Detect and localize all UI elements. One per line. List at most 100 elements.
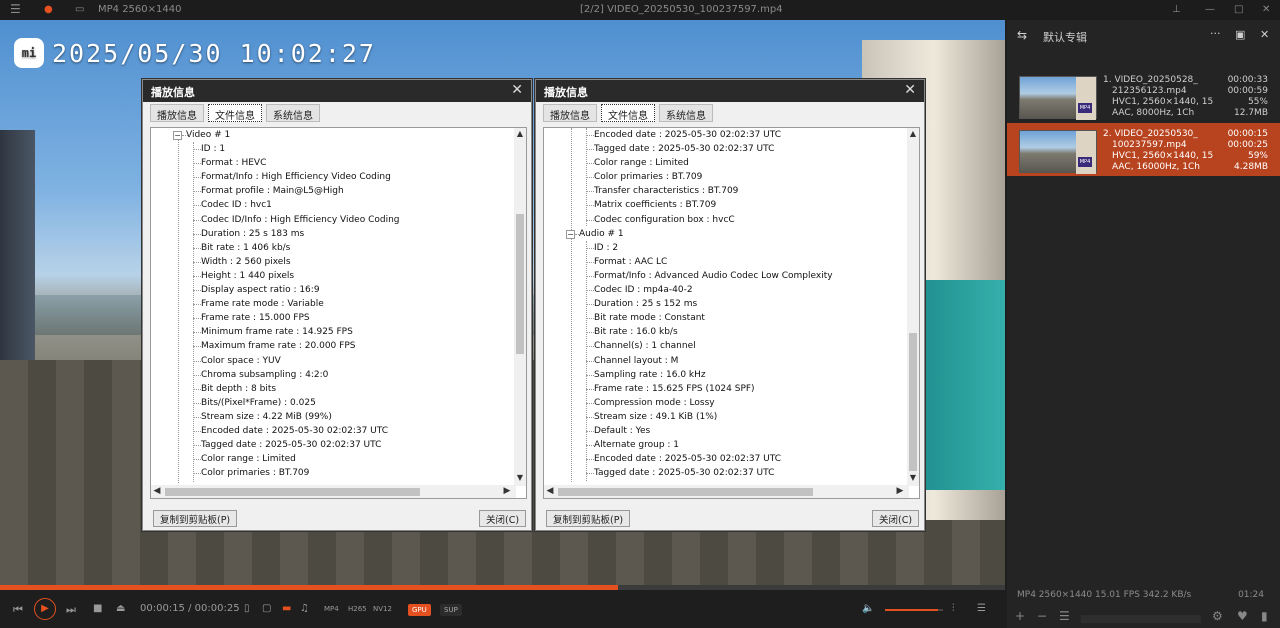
screenshot-icon[interactable]: ▯: [244, 603, 250, 614]
tab-playback-info[interactable]: 播放信息: [150, 104, 204, 122]
close-button[interactable]: 关闭(C): [479, 510, 527, 527]
horizontal-scrollbar[interactable]: ◀ ▶: [151, 485, 516, 498]
list-icon[interactable]: ☰: [1059, 609, 1070, 623]
horizontal-scrollbar[interactable]: ◀ ▶: [544, 485, 909, 498]
remove-icon[interactable]: −: [1037, 609, 1047, 623]
info-line: Height : 1 440 pixels: [151, 269, 511, 283]
tree-section-video[interactable]: − Video # 1: [151, 128, 511, 142]
dialog-title: 播放信息: [151, 86, 195, 99]
tab-system-info[interactable]: 系统信息: [659, 104, 713, 122]
collapse-node-icon[interactable]: −: [173, 131, 182, 140]
tab-file-info[interactable]: 文件信息: [208, 104, 262, 122]
info-line: Format : HEVC: [151, 156, 511, 170]
dialog-title: 播放信息: [544, 86, 588, 99]
info-line: Color primaries : BT.709: [151, 466, 511, 480]
playlist-item-selected[interactable]: MP4 2. VIDEO_20250530_ 100237597.mp4 HVC…: [1007, 123, 1280, 176]
scroll-left-icon[interactable]: ◀: [544, 485, 556, 498]
save-icon[interactable]: ▣: [1235, 28, 1245, 41]
info-line: Color range : Limited: [151, 452, 511, 466]
monitor-icon[interactable]: ▭: [75, 4, 84, 15]
sup-badge[interactable]: SUP: [440, 604, 462, 616]
dialog-tabs: 播放信息 文件信息 系统信息: [150, 104, 320, 122]
minimize-icon[interactable]: —: [1205, 4, 1215, 15]
time-display: 00:00:15 / 00:00:25: [140, 603, 240, 614]
scroll-thumb[interactable]: [909, 333, 917, 471]
playlist-footer: + − ☰ ⚙ ♥ ▮: [1007, 608, 1280, 628]
eject-icon[interactable]: ⏏: [116, 603, 125, 614]
playlist-item[interactable]: MP4 1. VIDEO_20250528_ 212356123.mp4 HVC…: [1007, 69, 1280, 122]
info-line: Display aspect ratio : 16:9: [151, 283, 511, 297]
close-window-icon[interactable]: ✕: [1262, 4, 1270, 15]
format-tag-nv12: NV12: [373, 605, 392, 613]
info-line: Format : AAC LC: [544, 255, 904, 269]
scroll-left-icon[interactable]: ◀: [151, 485, 163, 498]
info-line: Encoded date : 2025-05-30 02:02:37 UTC: [151, 424, 511, 438]
info-line: Format/Info : Advanced Audio Codec Low C…: [544, 269, 904, 283]
info-line: Duration : 25 s 152 ms: [544, 297, 904, 311]
info-line: ID : 1: [151, 142, 511, 156]
total-duration: 01:24: [1238, 590, 1264, 600]
scroll-down-icon[interactable]: ▼: [514, 472, 526, 484]
scroll-up-icon[interactable]: ▲: [907, 128, 919, 140]
scroll-right-icon[interactable]: ▶: [501, 485, 513, 498]
settings-icon[interactable]: ⚙: [1212, 609, 1223, 623]
gpu-badge[interactable]: GPU: [408, 604, 431, 616]
info-line: Encoded date : 2025-05-30 02:02:37 UTC: [544, 452, 904, 466]
scroll-thumb[interactable]: [516, 214, 524, 354]
scroll-down-icon[interactable]: ▼: [907, 472, 919, 484]
playback-info-dialog-right: 播放信息 ✕ 播放信息 文件信息 系统信息 Encoded date : 202…: [535, 79, 925, 531]
heart-icon[interactable]: ♥: [1237, 609, 1248, 623]
app-logo-icon: ●: [44, 4, 53, 15]
swap-arrows-icon[interactable]: ⇆: [1017, 28, 1027, 42]
menu-icon[interactable]: ☰: [10, 2, 21, 16]
vertical-scrollbar[interactable]: ▲ ▼: [514, 128, 526, 486]
collapse-node-icon[interactable]: −: [566, 229, 575, 239]
close-playlist-icon[interactable]: ✕: [1260, 28, 1269, 41]
timestamp-text: 2025/05/30 10:02:27: [52, 38, 376, 68]
info-line: Codec ID : hvc1: [151, 198, 511, 212]
info-line: Tagged date : 2025-05-30 02:02:37 UTC: [544, 466, 904, 480]
window-title: [2/2] VIDEO_20250530_100237597.mp4: [580, 4, 783, 15]
equalizer-icon[interactable]: ⫶: [952, 603, 955, 614]
play-icon[interactable]: ▶: [34, 598, 56, 620]
copy-to-clipboard-button[interactable]: 复制到剪贴板(P): [153, 510, 238, 527]
close-button[interactable]: 关闭(C): [872, 510, 920, 527]
tree-section-audio[interactable]: − Audio # 1: [544, 227, 904, 241]
tab-file-info[interactable]: 文件信息: [601, 104, 655, 122]
maximize-icon[interactable]: □: [1234, 4, 1243, 15]
copy-to-clipboard-button[interactable]: 复制到剪贴板(P): [546, 510, 631, 527]
more-icon[interactable]: ···: [1210, 27, 1221, 40]
scroll-right-icon[interactable]: ▶: [894, 485, 906, 498]
tab-playback-info[interactable]: 播放信息: [543, 104, 597, 122]
dialog-tabs: 播放信息 文件信息 系统信息: [543, 104, 713, 122]
next-icon[interactable]: ⏭: [66, 603, 76, 617]
video-timestamp: mi 2025/05/30 10:02:27: [14, 36, 376, 70]
bookmark-icon[interactable]: ▮: [1261, 609, 1268, 623]
playlist-toggle-icon[interactable]: ☰: [977, 603, 986, 614]
frame-icon[interactable]: ▢: [262, 603, 271, 614]
playlist-search-input[interactable]: [1081, 615, 1201, 623]
info-line: Frame rate mode : Variable: [151, 297, 511, 311]
pin-icon[interactable]: ⊥: [1172, 4, 1181, 15]
tab-system-info[interactable]: 系统信息: [266, 104, 320, 122]
info-line: Channel(s) : 1 channel: [544, 339, 904, 353]
info-line: Codec ID : mp4a-40-2: [544, 283, 904, 297]
stop-icon[interactable]: ■: [93, 603, 102, 614]
info-line: Compression mode : Lossy: [544, 396, 904, 410]
previous-icon[interactable]: ⏮: [13, 603, 23, 617]
audio-track-icon[interactable]: ♫: [300, 603, 309, 614]
info-line: Sampling rate : 16.0 kHz: [544, 368, 904, 382]
hscroll-thumb[interactable]: [165, 488, 420, 496]
hscroll-thumb[interactable]: [558, 488, 813, 496]
info-tree[interactable]: Encoded date : 2025-05-30 02:02:37 UTC Ta…: [543, 127, 920, 499]
scroll-up-icon[interactable]: ▲: [514, 128, 526, 140]
vertical-scrollbar[interactable]: ▲ ▼: [907, 128, 919, 486]
info-tree[interactable]: − Video # 1 ID : 1 Format : HEVC Format/In…: [150, 127, 527, 499]
subtitle-icon[interactable]: ▬: [282, 603, 291, 614]
add-icon[interactable]: +: [1015, 609, 1025, 623]
volume-slider[interactable]: [885, 609, 943, 611]
volume-icon[interactable]: 🔈: [862, 603, 874, 614]
close-icon[interactable]: ✕: [904, 82, 916, 98]
close-icon[interactable]: ✕: [511, 82, 523, 98]
file-info-label: MP4 2560×1440: [98, 4, 182, 15]
